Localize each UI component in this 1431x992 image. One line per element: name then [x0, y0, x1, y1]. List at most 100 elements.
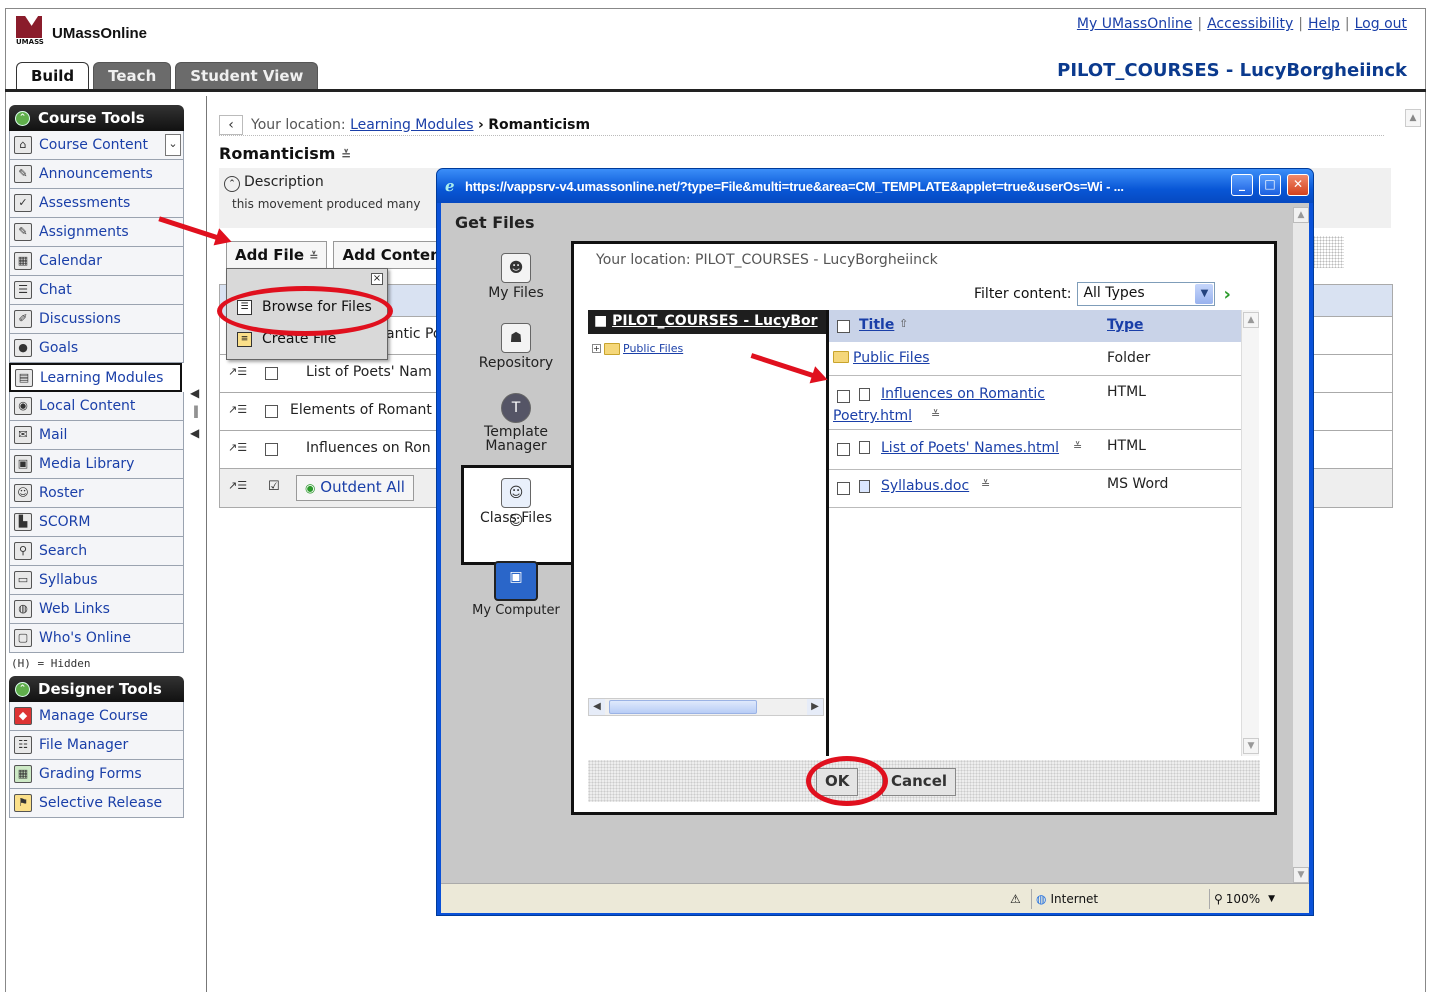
row-checkbox[interactable] — [265, 443, 278, 456]
file-link-syllabus[interactable]: Syllabus.doc — [881, 478, 969, 494]
scroll-down-icon[interactable]: ▼ — [1293, 867, 1309, 883]
file-checkbox[interactable] — [837, 482, 850, 495]
source-class-files[interactable]: ☺☺ Class Files — [461, 465, 573, 565]
accessibility-link[interactable]: Accessibility — [1207, 16, 1293, 32]
my-umassonline-link[interactable]: My UMassOnline — [1077, 16, 1192, 32]
back-chevron-icon[interactable]: ‹ — [219, 114, 243, 135]
sidebar-item-whos-online[interactable]: ▢ Who's Online — [9, 624, 184, 653]
select-all-checkbox-icon[interactable]: ☑ — [268, 479, 280, 494]
source-template-manager[interactable]: T Template Manager — [461, 393, 571, 453]
maximize-button[interactable]: □ — [1259, 174, 1281, 196]
move-icon[interactable]: ↗☰ — [228, 403, 247, 416]
type-column-header[interactable]: Type — [1107, 317, 1144, 333]
file-list-scrollbar[interactable]: ▲ ▼ — [1241, 310, 1259, 756]
title-column-header[interactable]: Title — [859, 317, 894, 333]
course-tools-header[interactable]: ⌃ Course Tools — [9, 105, 184, 131]
sidebar-item-calendar[interactable]: ▦ Calendar — [9, 247, 184, 276]
assignment-icon: ✎ — [14, 223, 32, 241]
description-label[interactable]: ⌃ Description — [224, 174, 324, 192]
popup-titlebar[interactable]: ℯ https://vappsrv-v4.umassonline.net/?ty… — [437, 169, 1313, 203]
sidebar-item-scorm[interactable]: ▙ SCORM — [9, 508, 184, 537]
close-window-button[interactable]: ✕ — [1287, 174, 1309, 196]
move-icon[interactable]: ↗☰ — [228, 479, 247, 492]
sidebar-item-roster[interactable]: ☺ Roster — [9, 479, 184, 508]
designer-tools-header[interactable]: ⌃ Designer Tools — [9, 676, 184, 702]
cancel-button[interactable]: Cancel — [882, 768, 957, 796]
class-files-icon: ☺☺ — [501, 478, 531, 529]
sidebar-item-course-content[interactable]: ⌂ Course Content ⌄ — [9, 131, 184, 160]
umass-logo[interactable]: UMASS UMassOnline — [16, 16, 147, 46]
scroll-up-icon[interactable]: ▲ — [1293, 207, 1309, 223]
file-link-list-of-poets[interactable]: List of Poets' Names.html — [881, 440, 1059, 456]
scroll-left-icon[interactable]: ◀ — [589, 699, 605, 715]
filter-type-select[interactable]: All Types ▼ — [1077, 282, 1216, 306]
close-icon[interactable]: × — [371, 273, 383, 285]
sidebar-item-mail[interactable]: ✉ Mail — [9, 421, 184, 450]
row-checkbox[interactable] — [265, 405, 278, 418]
source-my-computer[interactable]: ▣ My Computer — [461, 561, 571, 618]
sidebar-item-discussions[interactable]: ✐ Discussions — [9, 305, 184, 334]
source-my-files[interactable]: ☻ My Files — [461, 253, 571, 301]
breadcrumb-learning-modules[interactable]: Learning Modules — [350, 117, 473, 133]
collapse-sidebar-icon[interactable]: ◀ — [190, 386, 199, 400]
collapse-description-icon[interactable]: ⌃ — [224, 176, 240, 192]
select-all-checkbox[interactable] — [837, 320, 850, 333]
sidebar-item-media-library[interactable]: ▣ Media Library — [9, 450, 184, 479]
sidebar-item-manage-course[interactable]: ◆ Manage Course — [9, 702, 184, 731]
scroll-up-arrow-icon[interactable]: ▲ — [1405, 109, 1421, 127]
scroll-right-icon[interactable]: ▶ — [807, 699, 823, 715]
tree-root[interactable]: ■ PILOT_COURSES - LucyBor — [588, 310, 826, 334]
sidebar-item-local-content[interactable]: ◉ Local Content — [9, 392, 184, 421]
sidebar-item-assignments[interactable]: ✎ Assignments — [9, 218, 184, 247]
my-computer-icon: ▣ — [494, 561, 538, 601]
options-menu-icon[interactable]: ≚ — [981, 478, 990, 491]
sidebar-item-search[interactable]: ⚲ Search — [9, 537, 184, 566]
sidebar-item-grading-forms[interactable]: ▦ Grading Forms — [9, 760, 184, 789]
minimize-button[interactable]: _ — [1231, 174, 1253, 196]
source-repository[interactable]: ☗ Repository — [461, 323, 571, 371]
sidebar-item-chat[interactable]: ☰ Chat — [9, 276, 184, 305]
tree-item-public-files[interactable]: + Public Files — [592, 342, 683, 355]
outdent-all-button[interactable]: ◉ Outdent All — [296, 475, 414, 501]
popup-scrollbar[interactable]: ▲ ▼ — [1293, 207, 1309, 883]
chevron-down-icon[interactable]: ⌄ — [165, 134, 181, 156]
media-library-icon: ▣ — [14, 455, 32, 473]
sidebar-item-goals[interactable]: ● Goals — [9, 334, 184, 363]
add-content-button[interactable]: Add Conten — [333, 241, 440, 269]
sidebar-item-syllabus[interactable]: ▭ Syllabus — [9, 566, 184, 595]
file-checkbox[interactable] — [837, 443, 850, 456]
tab-build[interactable]: Build — [16, 62, 90, 90]
file-checkbox[interactable] — [837, 390, 850, 403]
options-menu-icon[interactable]: ≚ — [341, 148, 351, 162]
move-icon[interactable]: ↗☰ — [228, 365, 247, 378]
sidebar-item-assessments[interactable]: ✓ Assessments — [9, 189, 184, 218]
tab-teach[interactable]: Teach — [93, 62, 172, 90]
tree-horizontal-scrollbar[interactable]: ◀ ▶ — [588, 698, 824, 716]
sort-ascending-icon[interactable]: ⇧ — [899, 317, 908, 330]
move-icon[interactable]: ↗☰ — [228, 441, 247, 454]
help-link[interactable]: Help — [1308, 16, 1340, 32]
scroll-down-icon[interactable]: ▼ — [1243, 738, 1259, 754]
sidebar-item-learning-modules[interactable]: ▤ Learning Modules — [9, 363, 182, 392]
expand-icon[interactable]: + — [592, 344, 601, 353]
add-file-button[interactable]: Add File ≚ — [226, 241, 328, 269]
file-link-influences-cont[interactable]: Poetry.html — [833, 408, 912, 424]
row-checkbox[interactable] — [265, 367, 278, 380]
go-arrow-icon[interactable]: › — [1223, 284, 1230, 305]
sidebar-item-file-manager[interactable]: ☷ File Manager — [9, 731, 184, 760]
scroll-thumb[interactable] — [609, 700, 757, 714]
sidebar-item-web-links[interactable]: ◍ Web Links — [9, 595, 184, 624]
file-link-influences[interactable]: Influences on Romantic — [881, 386, 1045, 402]
options-menu-icon[interactable]: ≚ — [931, 408, 940, 421]
sidebar-item-selective-release[interactable]: ⚑ Selective Release — [9, 789, 184, 818]
logout-link[interactable]: Log out — [1355, 16, 1407, 32]
tab-student-view[interactable]: Student View — [175, 62, 319, 90]
zoom-control[interactable]: ⚲ 100% ▼ — [1209, 889, 1299, 909]
security-icon[interactable]: ⚠ — [1006, 889, 1021, 909]
file-link-public-files[interactable]: Public Files — [853, 350, 930, 366]
splitter-grip-icon[interactable]: ‖ — [193, 404, 199, 418]
collapse-sidebar-icon-2[interactable]: ◀ — [190, 426, 199, 440]
sidebar-item-announcements[interactable]: ✎ Announcements — [9, 160, 184, 189]
scroll-up-icon[interactable]: ▲ — [1243, 312, 1259, 328]
options-menu-icon[interactable]: ≚ — [1073, 440, 1082, 453]
